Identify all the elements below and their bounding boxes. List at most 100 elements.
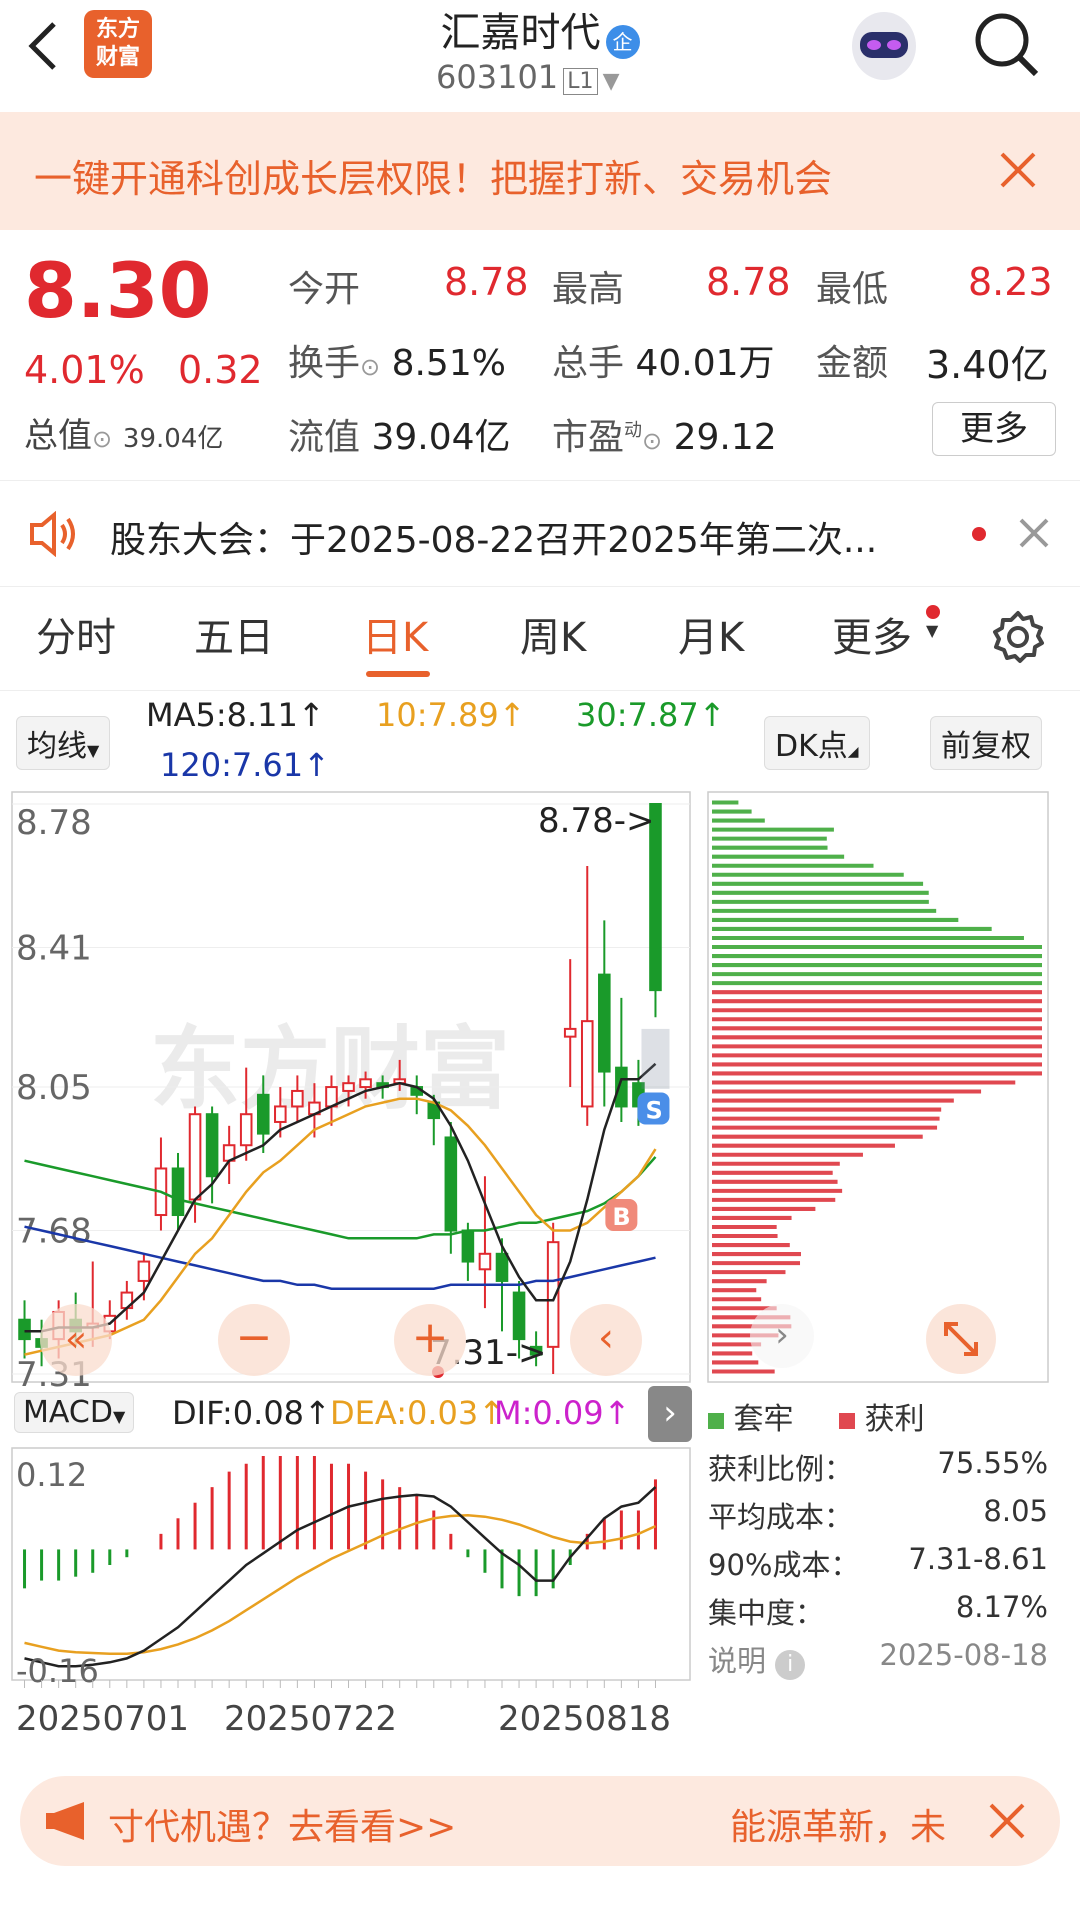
pe-row[interactable]: 市盈动⊙ 29.12 <box>552 408 777 460</box>
info-circle-icon: ⊙ <box>92 425 113 453</box>
candle-body <box>495 1252 509 1282</box>
x-axis-date-label: 20250818 <box>498 1699 671 1739</box>
candle-body <box>342 1082 355 1092</box>
candle-body <box>18 1318 31 1341</box>
legend-trapped-label: 套牢 <box>733 1402 794 1437</box>
notice-bar[interactable]: 股东大会：于2025-08-22召开2025年第二次... <box>0 480 1080 587</box>
tab-five-day[interactable]: 五日 <box>194 605 274 663</box>
chip-distribution-chart[interactable] <box>700 780 1080 1400</box>
close-icon[interactable] <box>988 1802 1026 1840</box>
pe-label: 市盈 <box>552 417 625 458</box>
info-circle-icon: ⊙ <box>360 353 381 381</box>
candle-body <box>137 1260 151 1282</box>
promo-banner[interactable]: 一键开通科创成长层权限！把握打新、交易机会 <box>0 112 1080 230</box>
chips-expand-left-button[interactable]: › <box>750 1304 814 1368</box>
ma-selector[interactable]: 均线▼ <box>16 716 111 770</box>
period-tabs: 分时 五日 日K 周K 月K 更多 ▼ <box>0 585 1080 691</box>
tab-monthly-k[interactable]: 月K <box>678 605 744 663</box>
candle-body <box>563 1027 577 1038</box>
fullscreen-button[interactable] <box>926 1304 996 1374</box>
header-bar: 东方 财富 汇嘉时代 企 603101 L1 ▼ <box>0 0 1080 112</box>
scroll-left-button[interactable]: ‹ <box>570 1304 642 1376</box>
macd-y-label-top: 0.12 <box>16 1456 87 1494</box>
cost90-label: 90%成本： <box>708 1548 860 1582</box>
float-value-row: 流值 39.04亿 <box>288 408 511 460</box>
macd-y-label-bottom: -0.16 <box>16 1652 99 1690</box>
kline-chart[interactable]: 东方财富 8.788.418.057.687.31 8.78->7.31->BS… <box>0 780 700 1760</box>
m-value: M:0.09↑ <box>494 1394 631 1432</box>
search-icon[interactable] <box>972 10 1042 80</box>
cost90-value: 7.31-8.61 <box>908 1542 1048 1576</box>
turnover-row: 换手⊙ 8.51% <box>288 334 506 386</box>
macd-selector[interactable]: MACD▼ <box>14 1392 135 1433</box>
concentration-label: 集中度： <box>708 1596 825 1630</box>
back-icon[interactable] <box>20 16 64 76</box>
speaker-icon <box>28 510 82 558</box>
legend-swatch-trapped <box>708 1413 724 1429</box>
forward-adjust-button[interactable]: 前复权 <box>930 716 1042 770</box>
stock-code: 603101 <box>436 58 559 96</box>
active-tab-underline <box>366 671 430 677</box>
chips-stats: 获利比例： 75.55% 平均成本： 8.05 90%成本： 7.31-8.61 集中… <box>708 1446 1048 1686</box>
ma10-value: 10:7.89↑ <box>376 696 526 734</box>
scroll-left-double-button[interactable]: « <box>40 1304 112 1376</box>
total-value: 39.04亿 <box>122 424 224 454</box>
tab-more[interactable]: 更多 <box>832 605 912 663</box>
candle-body <box>188 1113 202 1201</box>
amount-label: 金额 <box>816 343 889 384</box>
candle-body <box>359 1078 372 1089</box>
tab-intraday[interactable]: 分时 <box>36 605 116 663</box>
chips-legend: 套牢 获利 <box>708 1394 925 1438</box>
y-axis-label: 8.05 <box>16 1068 92 1108</box>
dk-point-button[interactable]: DK点◢ <box>764 716 870 770</box>
explain-label: 说明 <box>708 1644 767 1678</box>
notification-dot <box>926 605 940 619</box>
profit-ratio-label: 获利比例： <box>708 1452 854 1486</box>
zoom-out-button[interactable]: − <box>218 1304 290 1376</box>
footer-ad-bar[interactable]: 寸代机遇？去看看>> 能源革新，未 <box>20 1776 1060 1866</box>
forward-adjust-label: 前复权 <box>941 729 1031 764</box>
open-label: 今开 <box>288 269 361 310</box>
more-button-label: 更多 <box>960 409 1028 449</box>
volume-value: 40.01万 <box>635 343 775 384</box>
float-value: 39.04亿 <box>371 417 511 458</box>
settings-gear-icon[interactable] <box>990 609 1046 665</box>
stock-title: 汇嘉时代 企 <box>420 0 660 59</box>
total-value-row[interactable]: 总值⊙ 39.04亿 <box>24 408 223 457</box>
footer-ad-right-text: 能源革新，未 <box>730 1807 947 1848</box>
more-button[interactable]: 更多 <box>932 402 1056 456</box>
x-axis-date-label: 20250722 <box>224 1699 397 1739</box>
y-axis-label: 8.78 <box>16 803 92 843</box>
enterprise-badge: 企 <box>605 24 640 59</box>
turnover-label: 换手 <box>288 343 361 384</box>
ma-selector-label: 均线 <box>27 729 87 764</box>
megaphone-icon <box>44 1800 94 1842</box>
x-axis-date-label: 20250701 <box>16 1699 189 1739</box>
expand-panel-button[interactable]: › <box>648 1386 692 1442</box>
y-axis-label: 7.68 <box>16 1212 92 1252</box>
change-percent: 4.01% <box>24 348 145 392</box>
robot-avatar-icon[interactable] <box>846 6 922 86</box>
candle-body <box>239 1113 253 1147</box>
low-label: 最低 <box>816 269 889 310</box>
ma30-value: 30:7.87↑ <box>576 696 726 734</box>
candle-body <box>580 1020 594 1108</box>
ma5-value: MA5:8.11↑ <box>146 696 325 734</box>
close-icon[interactable] <box>998 150 1038 190</box>
close-icon[interactable] <box>1018 517 1050 549</box>
profit-ratio-row: 获利比例： 75.55% <box>708 1446 1048 1494</box>
candle-body <box>598 973 611 1073</box>
change-amount: 0.32 <box>178 348 263 392</box>
open-value: 8.78 <box>444 260 529 304</box>
zoom-in-button[interactable]: + <box>394 1304 466 1376</box>
tab-daily-k[interactable]: 日K <box>362 605 428 663</box>
tab-weekly-k[interactable]: 周K <box>520 605 586 663</box>
candle-body <box>291 1089 304 1108</box>
y-axis-label: 8.41 <box>16 928 92 968</box>
dropdown-arrow-icon: ▼ <box>87 741 100 760</box>
notice-text: 股东大会：于2025-08-22召开2025年第二次... <box>110 520 878 561</box>
explain-row[interactable]: 说明 i 2025-08-18 <box>708 1638 1048 1686</box>
stock-code-row[interactable]: 603101 L1 ▼ <box>436 58 656 98</box>
info-icon[interactable]: i <box>775 1650 806 1680</box>
dea-value: DEA:0.03↑ <box>330 1394 506 1432</box>
